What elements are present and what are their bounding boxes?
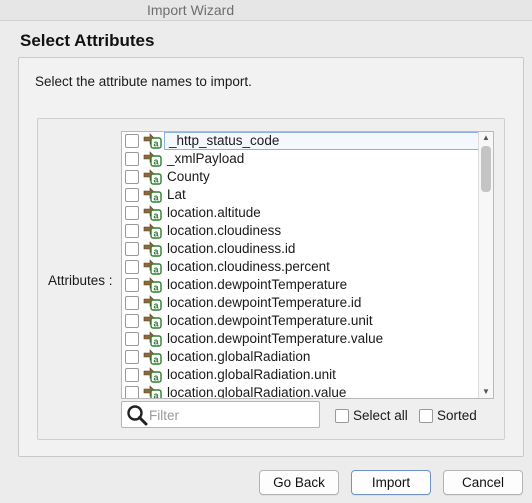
attribute-checkbox[interactable] bbox=[125, 368, 139, 382]
attributes-label: Attributes : bbox=[48, 273, 113, 288]
scroll-thumb[interactable] bbox=[481, 146, 491, 192]
attribute-name: location.dewpointTemperature.id bbox=[167, 295, 362, 310]
attribute-name: location.dewpointTemperature bbox=[167, 277, 348, 292]
attribute-checkbox[interactable] bbox=[125, 224, 139, 238]
attribute-row[interactable]: a location.globalRadiation bbox=[122, 348, 478, 366]
attribute-checkbox[interactable] bbox=[125, 386, 139, 398]
search-icon bbox=[127, 405, 148, 426]
attribute-checkbox[interactable] bbox=[125, 296, 139, 310]
attribute-checkbox[interactable] bbox=[125, 350, 139, 364]
attribute-checkbox[interactable] bbox=[125, 134, 139, 148]
attribute-type-icon: a bbox=[143, 133, 162, 149]
attribute-name: location.cloudiness.percent bbox=[167, 259, 330, 274]
attribute-name: location.dewpointTemperature.unit bbox=[167, 313, 373, 328]
window-title: Import Wizard bbox=[147, 2, 235, 18]
list-scrollbar[interactable]: ▲ ▼ bbox=[478, 132, 493, 398]
attribute-checkbox[interactable] bbox=[125, 332, 139, 346]
attribute-name: location.altitude bbox=[167, 205, 261, 220]
attribute-checkbox[interactable] bbox=[125, 170, 139, 184]
attribute-type-icon: a bbox=[143, 385, 162, 398]
select-all-checkbox[interactable]: Select all bbox=[335, 408, 415, 425]
attribute-type-icon: a bbox=[143, 295, 162, 311]
instruction-text: Select the attribute names to import. bbox=[35, 74, 252, 89]
filter-input[interactable] bbox=[147, 405, 316, 425]
attribute-row[interactable]: a _xmlPayload bbox=[122, 150, 478, 168]
attribute-type-icon: a bbox=[143, 241, 162, 257]
attribute-row[interactable]: a location.dewpointTemperature bbox=[122, 276, 478, 294]
attribute-type-icon: a bbox=[143, 277, 162, 293]
cancel-button[interactable]: Cancel bbox=[443, 470, 523, 495]
attribute-name: County bbox=[167, 169, 210, 184]
attribute-checkbox[interactable] bbox=[125, 188, 139, 202]
attribute-row[interactable]: a location.globalRadiation.unit bbox=[122, 366, 478, 384]
attribute-row[interactable]: a location.cloudiness.id bbox=[122, 240, 478, 258]
attribute-row[interactable]: a location.globalRadiation.value bbox=[122, 384, 478, 399]
sorted-label: Sorted bbox=[437, 408, 477, 423]
attribute-name: location.dewpointTemperature.value bbox=[167, 331, 384, 346]
wizard-panel: Select the attribute names to import. At… bbox=[18, 57, 524, 457]
page-title: Select Attributes bbox=[20, 31, 155, 50]
attribute-type-icon: a bbox=[143, 259, 162, 275]
attribute-type-icon: a bbox=[143, 367, 162, 383]
sorted-checkbox[interactable]: Sorted bbox=[419, 408, 489, 425]
attribute-row[interactable]: a location.dewpointTemperature.unit bbox=[122, 312, 478, 330]
select-all-box[interactable] bbox=[335, 409, 349, 423]
attribute-checkbox[interactable] bbox=[125, 152, 139, 166]
attribute-type-icon: a bbox=[143, 223, 162, 239]
attribute-list[interactable]: a location.globalRadiation.value a location… bbox=[121, 131, 494, 399]
attribute-row[interactable]: a location.cloudiness.percent bbox=[122, 258, 478, 276]
attribute-name: location.globalRadiation.value bbox=[167, 385, 347, 399]
attribute-type-icon: a bbox=[143, 349, 162, 365]
attribute-name: Lat bbox=[167, 187, 186, 202]
attribute-type-icon: a bbox=[143, 169, 162, 185]
attribute-row[interactable]: a County bbox=[122, 168, 478, 186]
attribute-name: location.cloudiness bbox=[167, 223, 282, 238]
attribute-checkbox[interactable] bbox=[125, 260, 139, 274]
attribute-checkbox[interactable] bbox=[125, 242, 139, 256]
attribute-name: _xmlPayload bbox=[167, 151, 245, 166]
window-titlebar: Import Wizard bbox=[0, 0, 532, 21]
attribute-type-icon: a bbox=[143, 313, 162, 329]
attribute-type-icon: a bbox=[143, 331, 162, 347]
sorted-box[interactable] bbox=[419, 409, 433, 423]
attribute-checkbox[interactable] bbox=[125, 206, 139, 220]
attributes-group: Attributes : a location.globalRadiation.v… bbox=[37, 118, 505, 440]
attribute-row[interactable]: a location.dewpointTemperature.id bbox=[122, 294, 478, 312]
go-back-button[interactable]: Go Back bbox=[259, 470, 339, 495]
attribute-type-icon: a bbox=[143, 187, 162, 203]
attribute-checkbox[interactable] bbox=[125, 278, 139, 292]
scroll-up-arrow-icon[interactable]: ▲ bbox=[479, 132, 493, 144]
select-all-label: Select all bbox=[353, 408, 408, 423]
attribute-name: location.cloudiness.id bbox=[167, 241, 296, 256]
attribute-row[interactable]: a Lat bbox=[122, 186, 478, 204]
import-button[interactable]: Import bbox=[351, 470, 431, 495]
attribute-row[interactable]: a _http_status_code bbox=[122, 132, 480, 150]
attribute-row[interactable]: a location.cloudiness bbox=[122, 222, 478, 240]
attribute-type-icon: a bbox=[143, 205, 162, 221]
scroll-down-arrow-icon[interactable]: ▼ bbox=[479, 386, 493, 398]
attribute-type-icon: a bbox=[143, 151, 162, 167]
attribute-row[interactable]: a location.dewpointTemperature.value bbox=[122, 330, 478, 348]
attribute-name: location.globalRadiation bbox=[167, 349, 311, 364]
attribute-name: _http_status_code bbox=[164, 132, 480, 150]
attribute-name: location.globalRadiation.unit bbox=[167, 367, 336, 382]
attribute-checkbox[interactable] bbox=[125, 314, 139, 328]
filter-field[interactable] bbox=[121, 401, 320, 428]
attribute-row[interactable]: a location.altitude bbox=[122, 204, 478, 222]
